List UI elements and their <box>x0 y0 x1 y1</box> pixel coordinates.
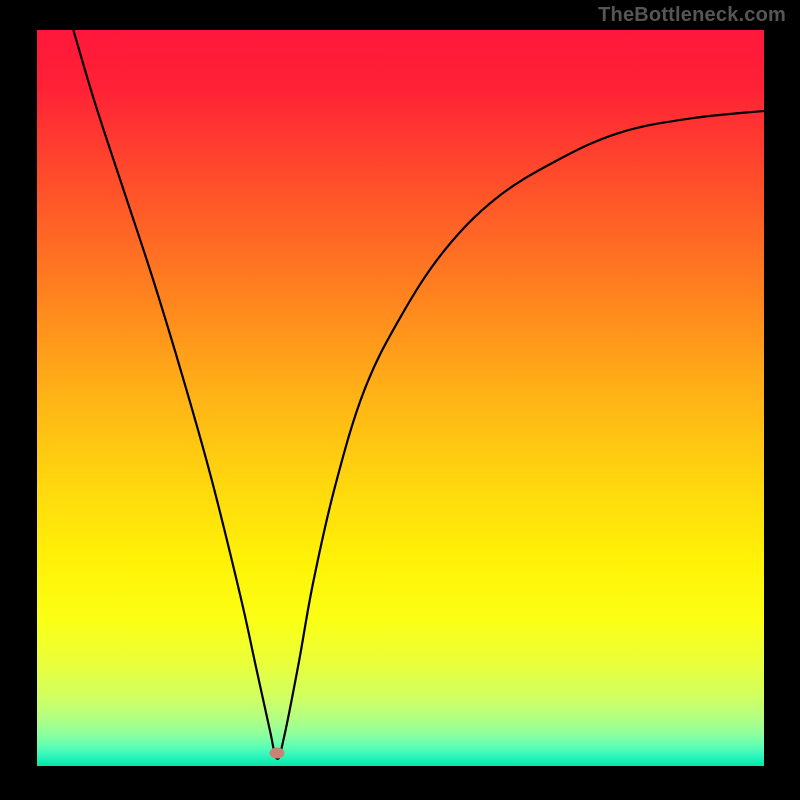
chart-frame: TheBottleneck.com <box>0 0 800 800</box>
watermark-text: TheBottleneck.com <box>598 4 786 27</box>
plot-area <box>37 30 764 766</box>
bottleneck-curve <box>37 30 764 766</box>
optimal-point-marker <box>269 748 284 759</box>
